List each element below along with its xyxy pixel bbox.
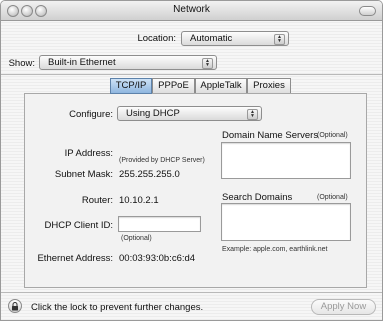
title-bar[interactable]: Network: [1, 1, 382, 21]
configure-popup[interactable]: Using DHCP ▲ ▼: [117, 106, 262, 121]
toolbar-toggle-button[interactable]: [359, 6, 376, 16]
footer-divider: [1, 292, 382, 293]
show-label: Show:: [8, 58, 35, 69]
location-popup[interactable]: Automatic ▲ ▼: [181, 31, 289, 46]
popup-arrows-icon: ▲ ▼: [247, 109, 258, 120]
configure-label: Configure:: [69, 109, 113, 120]
divider: [1, 74, 382, 75]
tab-proxies[interactable]: Proxies: [247, 78, 291, 94]
search-domains-field[interactable]: [221, 203, 351, 241]
lock-button[interactable]: [8, 299, 22, 313]
dhcp-optional-note: (Optional): [121, 235, 152, 242]
lock-text: Click the lock to prevent further change…: [31, 302, 204, 313]
ethernet-address-label: Ethernet Address:: [37, 253, 113, 264]
subnet-mask-label: Subnet Mask:: [54, 169, 113, 180]
tab-appletalk[interactable]: AppleTalk: [195, 78, 247, 94]
example-text: Example: apple.com, earthlink.net: [222, 246, 328, 253]
network-window: Network Location: Automatic ▲ ▼ Show: Bui…: [0, 0, 383, 321]
subnet-mask-value: 255.255.255.0: [119, 169, 180, 180]
location-label: Location:: [137, 33, 176, 44]
apply-now-button[interactable]: Apply Now: [311, 299, 376, 315]
search-optional-note: (Optional): [317, 194, 348, 201]
ethernet-address-value: 00:03:93:0b:c6:d4: [119, 253, 196, 264]
ip-address-label: IP Address:: [64, 148, 113, 159]
location-value: Automatic: [190, 33, 233, 44]
router-value: 10.10.2.1: [119, 195, 159, 206]
popup-arrows-icon: ▲ ▼: [202, 58, 213, 69]
configure-value: Using DHCP: [126, 108, 180, 119]
lock-icon: [12, 302, 18, 311]
tab-tcpip[interactable]: TCP/IP: [110, 78, 152, 94]
dns-optional-note: (Optional): [317, 132, 348, 139]
dhcp-client-id-field[interactable]: [118, 216, 201, 232]
popup-arrows-icon: ▲ ▼: [274, 34, 285, 45]
dhcp-client-id-label: DHCP Client ID:: [44, 220, 113, 231]
window-title: Network: [173, 4, 210, 15]
show-value: Built-in Ethernet: [48, 57, 116, 68]
search-domains-label: Search Domains: [222, 192, 293, 203]
dns-field[interactable]: [221, 142, 351, 179]
tab-pppoe[interactable]: PPPoE: [152, 78, 195, 94]
show-popup[interactable]: Built-in Ethernet ▲ ▼: [39, 55, 217, 70]
router-label: Router:: [81, 195, 113, 206]
ip-address-note: (Provided by DHCP Server): [119, 157, 205, 164]
dns-label: Domain Name Servers: [222, 130, 319, 141]
